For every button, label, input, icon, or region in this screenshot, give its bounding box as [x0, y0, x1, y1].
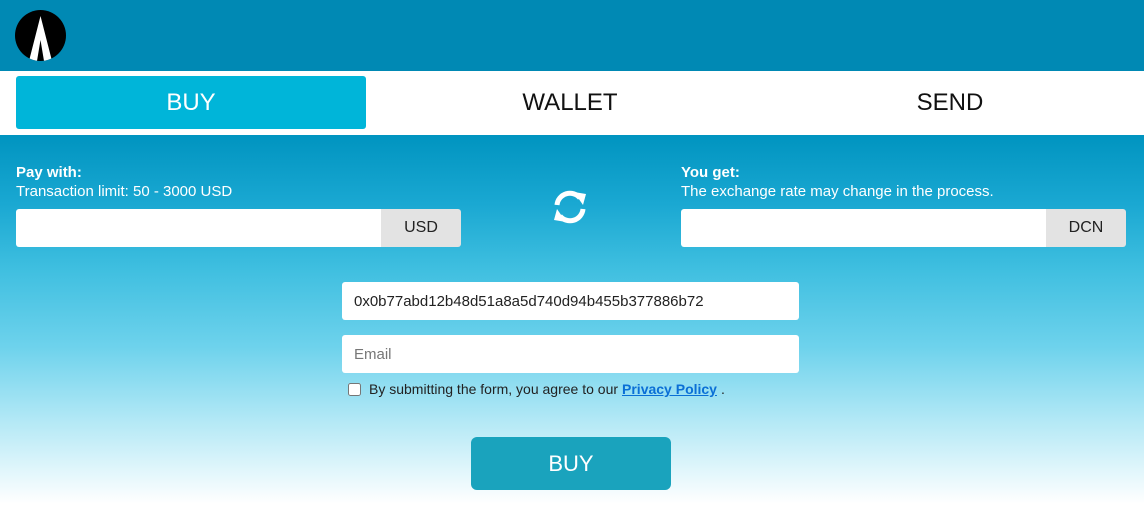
pay-amount-input[interactable] [16, 209, 381, 247]
agreement-suffix: . [720, 381, 725, 397]
get-currency-label: DCN [1046, 209, 1126, 247]
peak-logo-icon[interactable] [15, 10, 66, 61]
get-title: You get: [681, 164, 740, 181]
buy-button[interactable]: BUY [471, 437, 671, 490]
agreement-checkbox[interactable] [348, 382, 361, 396]
pay-currency-label: USD [381, 209, 461, 247]
tab-send[interactable]: SEND [775, 76, 1125, 129]
agreement-text: By submitting the form, you agree to our [369, 381, 619, 397]
get-amount-input[interactable] [681, 209, 1046, 247]
email-field[interactable] [342, 335, 799, 373]
get-labels: You get: The exchange rate may change in… [681, 164, 994, 200]
tab-buy[interactable]: BUY [16, 76, 366, 129]
pay-labels: Pay with: Transaction limit: 50 - 3000 U… [16, 164, 232, 200]
pay-amount-group: USD [16, 209, 461, 247]
privacy-policy-link[interactable]: Privacy Policy [622, 381, 717, 397]
privacy-agreement: By submitting the form, you agree to our… [347, 381, 725, 397]
exchange-rate-note: The exchange rate may change in the proc… [681, 183, 994, 200]
pay-title: Pay with: [16, 164, 82, 181]
get-amount-group: DCN [681, 209, 1126, 247]
wallet-address-input[interactable] [342, 282, 799, 320]
header-bar [0, 0, 1144, 71]
tab-wallet[interactable]: WALLET [395, 76, 745, 129]
refresh-icon[interactable] [551, 188, 589, 226]
transaction-limit-text: Transaction limit: 50 - 3000 USD [16, 183, 233, 200]
tab-bar: BUY WALLET SEND [0, 71, 1144, 135]
exchange-form: Pay with: Transaction limit: 50 - 3000 U… [0, 135, 1144, 519]
